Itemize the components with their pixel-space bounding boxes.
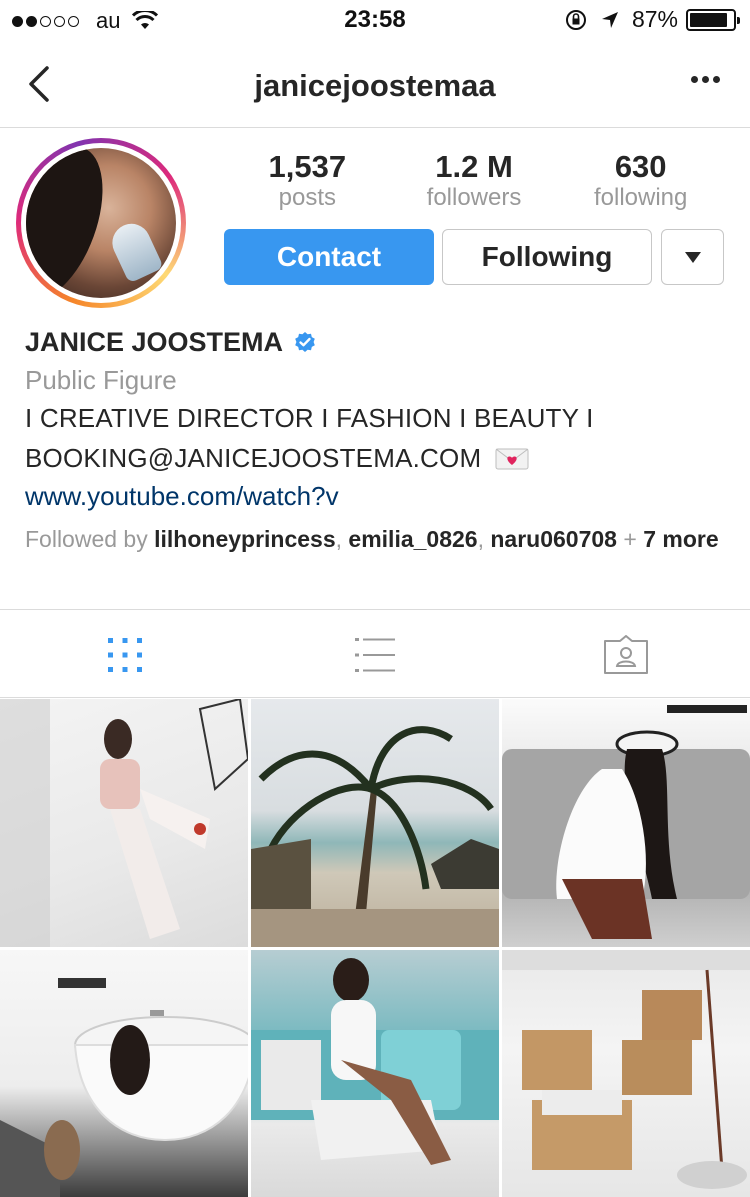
profile-name: JANICE JOOSTEMA xyxy=(25,326,284,357)
verified-badge-icon xyxy=(295,332,315,352)
more-dot xyxy=(702,76,709,83)
page-title: janicejoostemaa xyxy=(254,68,496,103)
profile-website-link[interactable]: www.youtube.com/watch?v xyxy=(25,481,725,519)
following-button[interactable]: Following xyxy=(442,229,652,285)
post-thumbnail[interactable] xyxy=(0,699,248,947)
avatar-frame xyxy=(21,143,181,303)
more-dot xyxy=(713,76,720,83)
post-thumbnail[interactable] xyxy=(251,699,499,947)
suggestions-dropdown-button[interactable] xyxy=(661,229,724,285)
status-bar: au 23:58 87% xyxy=(0,0,750,40)
post-image xyxy=(502,950,750,1189)
posts-label: posts xyxy=(278,184,337,211)
post-image xyxy=(0,978,248,1197)
stat-posts[interactable]: 1,537 posts xyxy=(224,150,391,212)
navigation-bar: janicejoostemaa xyxy=(0,40,750,128)
more-horizontal-icon[interactable] xyxy=(687,76,720,83)
battery-fill xyxy=(690,12,727,27)
post-image xyxy=(502,705,750,939)
posts-count: 1,537 xyxy=(268,149,347,184)
post-image xyxy=(0,699,248,947)
following-label: following xyxy=(593,184,688,211)
post-thumbnail[interactable] xyxy=(0,950,248,1197)
followed-by[interactable]: Followed by lilhoneyprincess, emilia_082… xyxy=(25,525,725,554)
profile-category: Public Figure xyxy=(25,365,177,395)
battery-icon xyxy=(686,8,740,31)
avatar[interactable] xyxy=(16,138,186,308)
contact-button[interactable]: Contact xyxy=(224,229,434,285)
more-dot xyxy=(691,76,698,83)
stat-following[interactable]: 630 following xyxy=(557,150,724,212)
follower-name[interactable]: naru060708 xyxy=(490,526,617,552)
post-thumbnail[interactable] xyxy=(502,950,750,1197)
list-icon[interactable] xyxy=(355,635,395,675)
profile-bio: JANICE JOOSTEMA Public Figure I CREATIVE… xyxy=(25,325,725,554)
bio-line-2: BOOKING@JANICEJOOSTEMA.COM xyxy=(25,443,482,473)
location-arrow-icon xyxy=(601,11,618,28)
follower-name[interactable]: lilhoneyprincess xyxy=(154,526,336,552)
followers-count: 1.2 M xyxy=(435,149,513,184)
profile-tabs xyxy=(0,609,750,698)
followed-prefix: Followed by xyxy=(25,526,155,552)
bio-line-2-row: BOOKING@JANICEJOOSTEMA.COM xyxy=(25,443,725,479)
post-image xyxy=(251,726,499,947)
post-thumbnail[interactable] xyxy=(502,699,750,947)
followed-more[interactable]: 7 more xyxy=(643,526,718,552)
battery-percent: 87% xyxy=(631,6,678,32)
post-thumbnail[interactable] xyxy=(251,950,499,1197)
stat-followers[interactable]: 1.2 M followers xyxy=(391,150,558,212)
love-letter-icon xyxy=(495,448,529,470)
bio-line-1: I CREATIVE DIRECTOR I FASHION I BEAUTY I xyxy=(25,403,594,433)
triangle-down-icon xyxy=(684,251,701,263)
tagged-person-icon[interactable] xyxy=(603,635,649,675)
grid-icon[interactable] xyxy=(105,635,145,675)
profile-stats: 1,537 posts 1.2 M followers 630 followin… xyxy=(224,150,724,212)
orientation-lock-icon xyxy=(565,9,586,30)
follower-name[interactable]: emilia_0826 xyxy=(348,526,477,552)
following-count: 630 xyxy=(614,149,667,184)
followed-suffix-sep: + xyxy=(616,526,644,552)
avatar-image xyxy=(26,148,176,298)
followers-label: followers xyxy=(426,184,522,211)
post-image xyxy=(251,958,499,1165)
